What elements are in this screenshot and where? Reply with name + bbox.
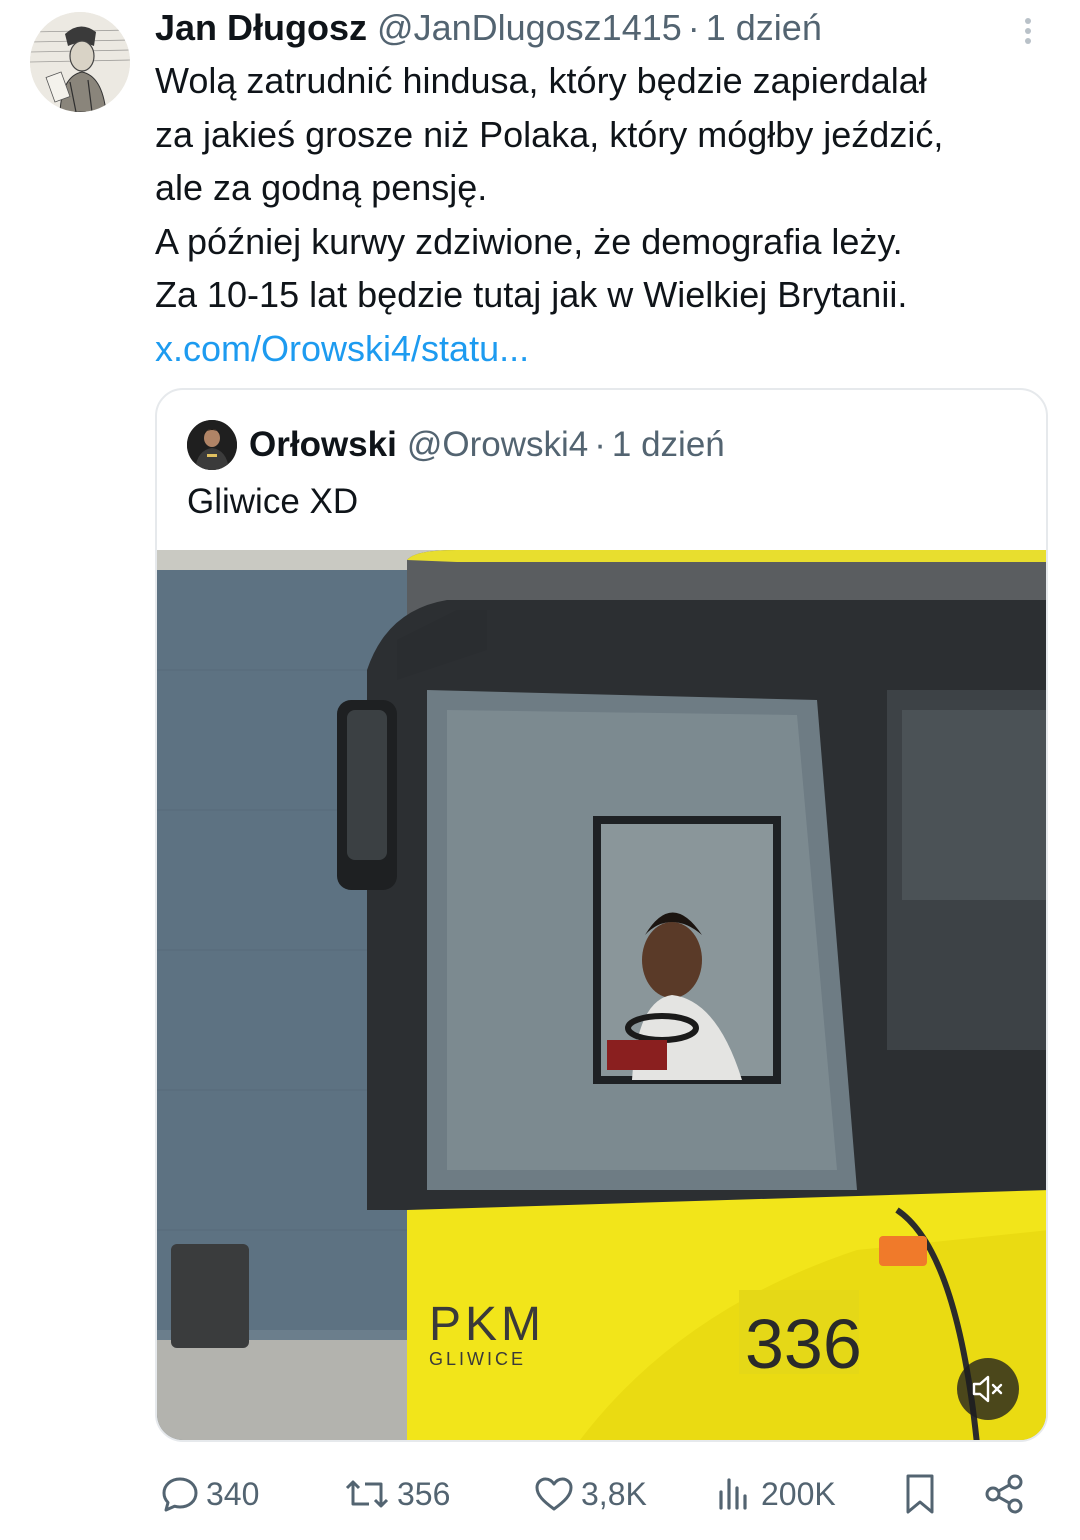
action-bar: 340 356 3,8K 200K xyxy=(0,1466,1080,1522)
author-avatar[interactable] xyxy=(30,12,130,112)
views-count: 200K xyxy=(761,1475,836,1512)
author-handle[interactable]: @JanDlugosz1415 xyxy=(377,7,682,49)
like-count: 3,8K xyxy=(581,1475,647,1512)
tweet-text-line: Wolą zatrudnić hindusa, który będzie zap… xyxy=(155,60,927,101)
tweet: Jan Długosz @JanDlugosz1415 · 1 dzień Wo… xyxy=(0,0,1080,1540)
like-icon xyxy=(535,1477,573,1511)
reply-icon xyxy=(162,1477,198,1512)
portrait-engraving-avatar xyxy=(30,12,130,112)
bus-brand-text: PKM xyxy=(429,1298,545,1351)
tweet-time[interactable]: 1 dzień xyxy=(706,7,822,49)
views-icon xyxy=(719,1478,747,1510)
bookmark-icon xyxy=(906,1474,934,1514)
share-button[interactable] xyxy=(983,1466,1027,1522)
tweet-text-line: za jakieś grosze niż Polaka, który mógłb… xyxy=(155,113,944,155)
tweet-text-line: ale za godną pensję. xyxy=(155,167,488,208)
status-link[interactable]: x.com/Orowski4/statu... xyxy=(155,322,1055,376)
quoted-author-name[interactable]: Orłowski xyxy=(249,425,397,465)
tweet-text-line: Za 10-15 lat będzie tutaj jak w Wielkiej… xyxy=(155,274,908,315)
speaker-muted-icon[interactable] xyxy=(957,1358,1019,1420)
video-media[interactable]: PKM GLIWICE 336 xyxy=(157,550,1046,1440)
quoted-text: Gliwice XD xyxy=(187,482,359,521)
separator-dot: · xyxy=(687,7,700,48)
separator-dot: · xyxy=(594,425,606,464)
tweet-text-line: A później kurwy zdziwione, że demografia… xyxy=(155,220,903,262)
vertical-ellipsis-icon[interactable] xyxy=(1016,14,1040,54)
bus-city-text: GLIWICE xyxy=(429,1349,526,1369)
bookmark-button[interactable] xyxy=(900,1466,940,1522)
reply-button[interactable]: 340 xyxy=(160,1466,259,1522)
bus-number-text: 336 xyxy=(745,1305,862,1383)
repost-icon xyxy=(345,1480,389,1508)
quoted-author-avatar[interactable] xyxy=(187,420,237,470)
views-button[interactable]: 200K xyxy=(715,1466,836,1522)
author-name[interactable]: Jan Długosz xyxy=(155,7,367,49)
quoted-header: Orłowski @Orowski4 · 1 dzień xyxy=(249,420,725,470)
like-button[interactable]: 3,8K xyxy=(533,1466,647,1522)
repost-count: 356 xyxy=(397,1475,451,1512)
share-icon xyxy=(985,1474,1023,1514)
reply-count: 340 xyxy=(206,1475,260,1512)
quoted-tweet[interactable]: Orłowski @Orowski4 · 1 dzień Gliwice XD xyxy=(155,388,1048,1442)
quoted-time[interactable]: 1 dzień xyxy=(612,425,725,465)
tweet-text: Wolą zatrudnić hindusa, który będzie zap… xyxy=(155,54,1055,375)
quoted-avatar-image xyxy=(187,420,237,470)
tweet-header: Jan Długosz @JanDlugosz1415 · 1 dzień xyxy=(155,6,822,50)
repost-button[interactable]: 356 xyxy=(343,1466,450,1522)
quoted-author-handle[interactable]: @Orowski4 xyxy=(407,425,588,465)
bus-video-frame: PKM GLIWICE 336 xyxy=(157,550,1046,1440)
